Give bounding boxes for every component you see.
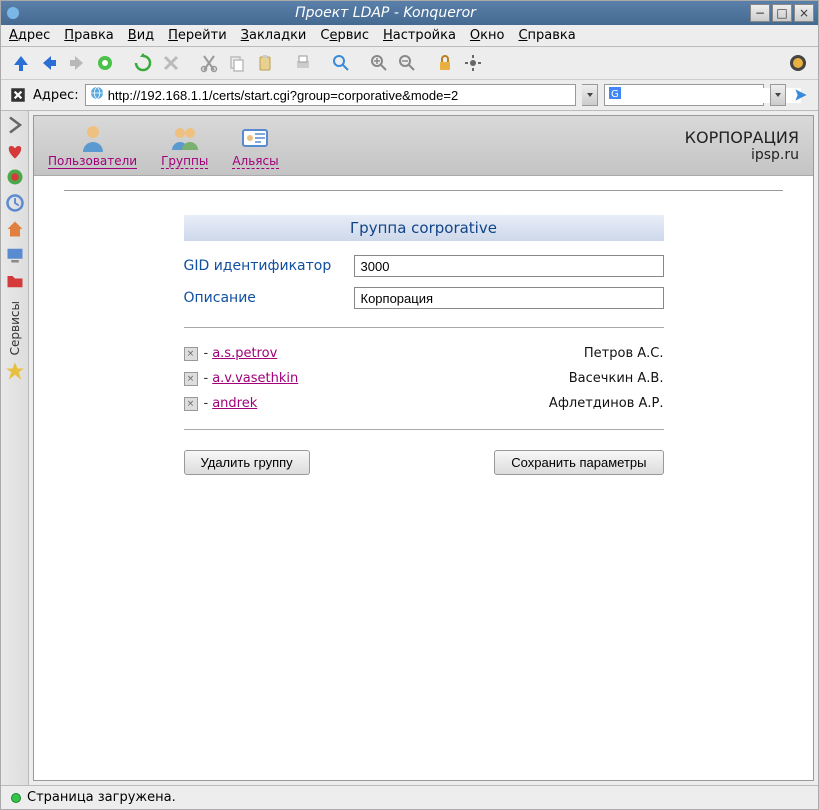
site-globe-icon <box>90 86 104 104</box>
header-divider <box>64 190 783 191</box>
address-label: Адрес: <box>33 88 79 103</box>
nav-groups[interactable]: Группы <box>161 122 208 169</box>
minimize-button[interactable]: − <box>750 4 770 22</box>
find-icon[interactable] <box>329 51 353 75</box>
sidebar-home-icon[interactable] <box>5 219 25 239</box>
member-login-link[interactable]: andrek <box>212 396 257 411</box>
member-fullname: Петров А.С. <box>584 346 664 361</box>
svg-text:G: G <box>611 89 619 99</box>
sidebar-panel: Сервисы <box>1 111 29 785</box>
lock-icon[interactable] <box>433 51 457 75</box>
address-input[interactable] <box>108 88 571 103</box>
window-title: Проект LDAP - Konqueror <box>21 5 750 21</box>
address-dropdown[interactable] <box>582 84 598 106</box>
home-icon[interactable] <box>93 51 117 75</box>
maximize-button[interactable]: □ <box>772 4 792 22</box>
menu-edit[interactable]: Правка <box>64 28 113 43</box>
users-icon <box>77 122 109 154</box>
groups-icon <box>169 122 201 154</box>
zoom-out-icon[interactable] <box>395 51 419 75</box>
menu-go[interactable]: Перейти <box>168 28 227 43</box>
address-input-wrap[interactable] <box>85 84 576 106</box>
window-titlebar: Проект LDAP - Konqueror − □ × <box>1 1 818 25</box>
member-row: ×-a.s.petrov Петров А.С. <box>184 346 664 361</box>
page-viewport: Пользователи Группы Альясы КОРПОРАЦИЯ ip… <box>33 115 814 781</box>
searchbox[interactable]: G <box>604 84 764 106</box>
searchbox-dropdown[interactable] <box>770 84 786 106</box>
status-dot-icon <box>11 793 21 803</box>
member-fullname: Васечкин А.В. <box>569 371 664 386</box>
back-icon[interactable] <box>37 51 61 75</box>
aliases-icon <box>239 122 271 154</box>
remove-member-icon[interactable]: × <box>184 347 198 361</box>
member-dash: - <box>204 346 209 361</box>
up-icon[interactable] <box>9 51 33 75</box>
clear-address-icon[interactable] <box>9 86 27 104</box>
search-engine-icon: G <box>609 87 621 103</box>
main-toolbar <box>1 47 818 80</box>
menu-help[interactable]: Справка <box>518 28 575 43</box>
menu-settings[interactable]: Настройка <box>383 28 456 43</box>
cut-icon[interactable] <box>197 51 221 75</box>
status-bar: Страница загружена. <box>1 785 818 809</box>
nav-users-label: Пользователи <box>48 154 137 169</box>
print-icon[interactable] <box>291 51 315 75</box>
sidebar-folder-icon[interactable] <box>5 271 25 291</box>
page-body: Группа corporative GID идентификатор Опи… <box>34 176 813 485</box>
copy-icon[interactable] <box>225 51 249 75</box>
save-params-button[interactable]: Сохранить параметры <box>494 450 663 475</box>
member-login-link[interactable]: a.s.petrov <box>212 346 277 361</box>
sidebar-arrow-icon[interactable] <box>5 115 25 135</box>
remove-member-icon[interactable]: × <box>184 372 198 386</box>
stop-icon[interactable] <box>159 51 183 75</box>
page-nav-header: Пользователи Группы Альясы КОРПОРАЦИЯ ip… <box>34 116 813 176</box>
corp-info: КОРПОРАЦИЯ ipsp.ru <box>685 128 799 163</box>
close-button[interactable]: × <box>794 4 814 22</box>
corp-title: КОРПОРАЦИЯ <box>685 128 799 147</box>
go-icon[interactable] <box>792 86 810 104</box>
paste-icon[interactable] <box>253 51 277 75</box>
member-row: ×-a.v.vasethkin Васечкин А.В. <box>184 371 664 386</box>
member-dash: - <box>204 396 209 411</box>
status-text: Страница загружена. <box>27 790 176 805</box>
sidebar-star-icon[interactable] <box>5 361 25 381</box>
description-label: Описание <box>184 290 354 306</box>
nav-groups-label: Группы <box>161 154 208 169</box>
gid-input[interactable] <box>354 255 664 277</box>
members-top-divider <box>184 327 664 328</box>
menu-bookmarks[interactable]: Закладки <box>241 28 307 43</box>
description-input[interactable] <box>354 287 664 309</box>
members-bottom-divider <box>184 429 664 430</box>
member-login-link[interactable]: a.v.vasethkin <box>212 371 298 386</box>
delete-group-button[interactable]: Удалить группу <box>184 450 310 475</box>
menu-address[interactable]: Адрес <box>9 28 50 43</box>
titlebar-app-icon <box>5 5 21 21</box>
menubar: Адрес Правка Вид Перейти Закладки Сервис… <box>1 25 818 47</box>
gear-icon[interactable] <box>461 51 485 75</box>
member-dash: - <box>204 371 209 386</box>
sidebar-globe-icon[interactable] <box>5 167 25 187</box>
menu-service[interactable]: Сервис <box>320 28 369 43</box>
nav-aliases-label: Альясы <box>232 154 278 169</box>
nav-aliases[interactable]: Альясы <box>232 122 278 169</box>
nav-users[interactable]: Пользователи <box>48 122 137 169</box>
gid-label: GID идентификатор <box>184 258 354 274</box>
sidebar-computer-icon[interactable] <box>5 245 25 265</box>
remove-member-icon[interactable]: × <box>184 397 198 411</box>
member-fullname: Афлетдинов А.Р. <box>549 396 664 411</box>
konqueror-throbber-icon <box>786 51 810 75</box>
sidebar-heart-icon[interactable] <box>5 141 25 161</box>
reload-icon[interactable] <box>131 51 155 75</box>
address-bar: Адрес: G <box>1 80 818 111</box>
sidebar-services-label[interactable]: Сервисы <box>8 301 22 355</box>
group-title: Группа corporative <box>184 215 664 241</box>
forward-icon[interactable] <box>65 51 89 75</box>
member-row: ×-andrek Афлетдинов А.Р. <box>184 396 664 411</box>
zoom-in-icon[interactable] <box>367 51 391 75</box>
menu-window[interactable]: Окно <box>470 28 505 43</box>
menu-view[interactable]: Вид <box>128 28 154 43</box>
corp-subtitle: ipsp.ru <box>685 147 799 163</box>
sidebar-history-icon[interactable] <box>5 193 25 213</box>
